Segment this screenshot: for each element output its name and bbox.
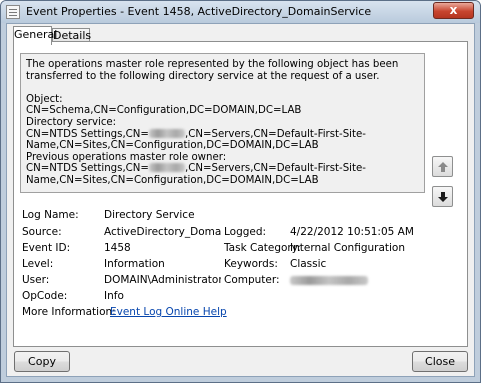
computer-value-redacted xyxy=(290,275,368,287)
event-log-online-help-link[interactable]: Event Log Online Help xyxy=(110,306,227,318)
task-category-value: Internal Configuration xyxy=(290,242,406,254)
event-description-text: The operations master role represented b… xyxy=(26,59,399,186)
logged-value: 4/22/2012 10:51:05 AM xyxy=(290,226,414,238)
event-id-value: 1458 xyxy=(104,242,131,254)
redacted-server-name xyxy=(148,163,185,173)
window-title: Event Properties - Event 1458, ActiveDir… xyxy=(26,5,372,18)
title-bar[interactable]: Event Properties - Event 1458, ActiveDir… xyxy=(1,1,480,23)
redacted-server-name xyxy=(148,128,185,138)
level-label: Level: xyxy=(22,258,54,270)
computer-label: Computer: xyxy=(224,274,280,286)
log-name-value: Directory Service xyxy=(104,209,195,221)
dialog-body: General Details The operations master ro… xyxy=(6,23,475,377)
logged-label: Logged: xyxy=(224,226,267,238)
event-description-box[interactable]: The operations master role represented b… xyxy=(20,53,425,193)
general-panel: The operations master role represented b… xyxy=(13,41,468,347)
user-value: DOMAIN\Administrator xyxy=(104,274,221,286)
event-id-label: Event ID: xyxy=(22,242,71,254)
copy-button[interactable]: Copy xyxy=(14,351,70,372)
next-event-button[interactable] xyxy=(432,186,453,207)
opcode-value: Info xyxy=(104,290,124,302)
opcode-label: OpCode: xyxy=(22,290,68,302)
source-label: Source: xyxy=(22,226,62,238)
event-properties-window: Event Properties - Event 1458, ActiveDir… xyxy=(0,0,481,383)
tab-general[interactable]: General xyxy=(13,26,57,45)
previous-event-button[interactable] xyxy=(432,156,453,177)
window-close-button[interactable]: x xyxy=(433,2,474,19)
keywords-label: Keywords: xyxy=(224,258,278,270)
user-label: User: xyxy=(22,274,50,286)
arrow-up-icon xyxy=(437,161,448,172)
close-button[interactable]: Close xyxy=(412,351,468,372)
source-value: ActiveDirectory_DomainService xyxy=(104,226,221,238)
arrow-down-icon xyxy=(437,191,448,202)
keywords-value: Classic xyxy=(290,258,327,270)
level-value: Information xyxy=(104,258,165,270)
redacted-computer-name xyxy=(290,276,368,285)
more-information-label: More Information: xyxy=(22,306,116,318)
event-properties-icon xyxy=(6,5,20,19)
log-name-label: Log Name: xyxy=(22,209,79,221)
